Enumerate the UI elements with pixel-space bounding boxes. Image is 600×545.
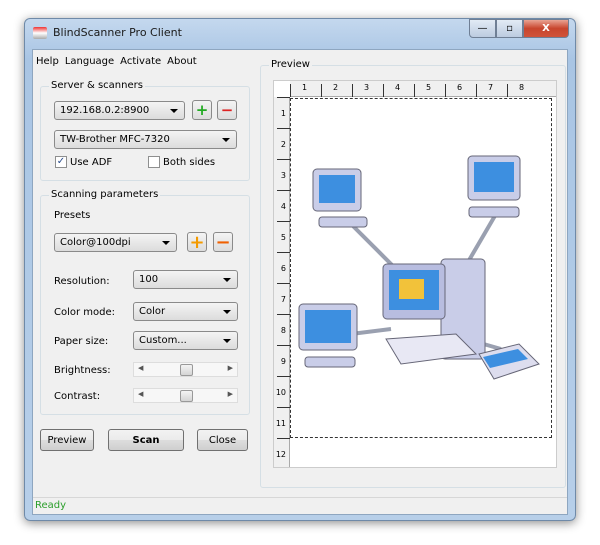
ruler-tick: [277, 345, 290, 346]
both-sides-label: Both sides: [163, 156, 216, 168]
ruler-tick: [383, 84, 384, 97]
ruler-tick: [277, 159, 290, 160]
paper-size-label: Paper size:: [54, 336, 109, 347]
server-group: Server & scanners 192.168.0.2:8900 + − T…: [40, 80, 250, 181]
ruler-tick-label: 6: [457, 83, 463, 92]
contrast-label: Contrast:: [54, 391, 101, 402]
ruler-tick-label: 2: [333, 83, 339, 92]
use-adf-checkbox[interactable]: ✓ Use ADF: [55, 156, 112, 168]
ruler-tick-label: 9: [280, 357, 286, 366]
both-sides-checkbox[interactable]: Both sides: [148, 156, 215, 168]
ruler-tick: [277, 128, 290, 129]
scan-button[interactable]: Scan: [108, 429, 184, 451]
ruler-tick-label: 7: [280, 295, 286, 304]
ruler-tick-label: 10: [275, 388, 286, 397]
color-mode-label: Color mode:: [54, 307, 116, 318]
ruler-tick-label: 1: [280, 109, 286, 118]
left-ruler: 1 2 3 4 5 6 7 8 9 10 11 12: [274, 97, 290, 467]
resolution-label: Resolution:: [54, 276, 110, 287]
app-icon: [33, 27, 47, 39]
presets-label: Presets: [54, 210, 91, 221]
ruler-tick-label: 4: [280, 202, 286, 211]
scanning-params-label: Scanning parameters: [49, 189, 161, 200]
remove-server-button[interactable]: −: [217, 100, 237, 120]
checkbox-box: [148, 156, 160, 168]
close-window-button[interactable]: X: [523, 19, 569, 38]
ruler-tick-label: 11: [275, 419, 286, 428]
ruler-tick: [277, 314, 290, 315]
ruler-tick: [277, 283, 290, 284]
preview-area[interactable]: 12345678 1 2 3 4 5 6 7 8 9 10 11 12: [273, 80, 557, 468]
server-address-combo[interactable]: 192.168.0.2:8900: [54, 101, 185, 120]
ruler-tick: [507, 84, 508, 97]
minimize-button[interactable]: —: [469, 19, 496, 38]
color-mode-combo[interactable]: Color: [133, 302, 238, 321]
ruler-tick-label: 5: [280, 233, 286, 242]
app-window: BlindScanner Pro Client — ▫ X Help Langu…: [24, 18, 576, 521]
preview-group: Preview 12345678 1 2 3 4 5 6 7 8 9 10 11 12: [260, 59, 566, 488]
ruler-tick: [476, 84, 477, 97]
preset-combo[interactable]: Color@100dpi: [54, 233, 177, 252]
menu-bar: Help Language Activate About: [36, 56, 197, 67]
ruler-tick-label: 3: [364, 83, 370, 92]
menu-help[interactable]: Help: [36, 56, 59, 67]
scanning-params-group: Scanning parameters Presets Color@100dpi…: [40, 189, 250, 415]
use-adf-label: Use ADF: [70, 156, 113, 168]
preview-button[interactable]: Preview: [40, 429, 94, 451]
ruler-tick: [290, 84, 291, 97]
ruler-tick: [445, 84, 446, 97]
computer-icon: [312, 168, 368, 228]
slider-thumb[interactable]: [180, 390, 193, 402]
ruler-tick: [277, 97, 290, 98]
ruler-tick-label: 7: [488, 83, 494, 92]
top-ruler: 1 2 3 4 5 6 7 8: [290, 81, 556, 97]
ruler-tick: [277, 376, 290, 377]
menu-activate[interactable]: Activate: [120, 56, 161, 67]
ruler-tick-label: 3: [280, 171, 286, 180]
contrast-slider[interactable]: ◀ ▶: [133, 388, 238, 403]
scan-page[interactable]: [290, 98, 552, 438]
remove-server-icon: −: [220, 101, 234, 119]
remove-preset-button[interactable]: −: [213, 231, 233, 253]
paper-size-combo[interactable]: Custom...: [133, 331, 238, 350]
ruler-tick-label: 2: [280, 140, 286, 149]
ruler-tick: [277, 221, 290, 222]
ruler-tick-label: 5: [426, 83, 432, 92]
ruler-tick-label: 8: [519, 83, 525, 92]
ruler-tick-label: 12: [275, 450, 286, 459]
checkmark-icon: ✓: [55, 156, 67, 168]
brightness-slider[interactable]: ◀ ▶: [133, 362, 238, 377]
add-server-button[interactable]: +: [192, 100, 212, 120]
network-image: [298, 155, 540, 380]
close-button[interactable]: Close: [197, 429, 248, 451]
ruler-tick: [414, 84, 415, 97]
ruler-tick-label: 8: [280, 326, 286, 335]
add-preset-button[interactable]: +: [187, 231, 207, 253]
ruler-tick: [277, 407, 290, 408]
resolution-combo[interactable]: 100: [133, 270, 238, 289]
client-area: Help Language Activate About Server & sc…: [32, 49, 568, 515]
preview-label: Preview: [269, 59, 312, 70]
ruler-tick-label: 6: [280, 264, 286, 273]
slider-thumb[interactable]: [180, 364, 193, 376]
ruler-tick-label: 1: [302, 83, 308, 92]
ruler-tick: [277, 438, 290, 439]
minus-icon: −: [215, 231, 231, 253]
scanner-combo[interactable]: TW-Brother MFC-7320: [54, 130, 237, 149]
add-server-icon: +: [195, 101, 209, 119]
ruler-tick: [321, 84, 322, 97]
server-group-label: Server & scanners: [49, 80, 145, 91]
menu-about[interactable]: About: [167, 56, 197, 67]
ruler-tick: [352, 84, 353, 97]
brightness-label: Brightness:: [54, 365, 111, 376]
ruler-tick: [277, 252, 290, 253]
maximize-button[interactable]: ▫: [496, 19, 523, 38]
ruler-tick-label: 4: [395, 83, 401, 92]
ruler-tick: [277, 190, 290, 191]
plus-icon: +: [189, 231, 205, 253]
window-title: BlindScanner Pro Client: [53, 26, 182, 39]
menu-language[interactable]: Language: [65, 56, 114, 67]
status-bar: Ready: [33, 497, 567, 514]
